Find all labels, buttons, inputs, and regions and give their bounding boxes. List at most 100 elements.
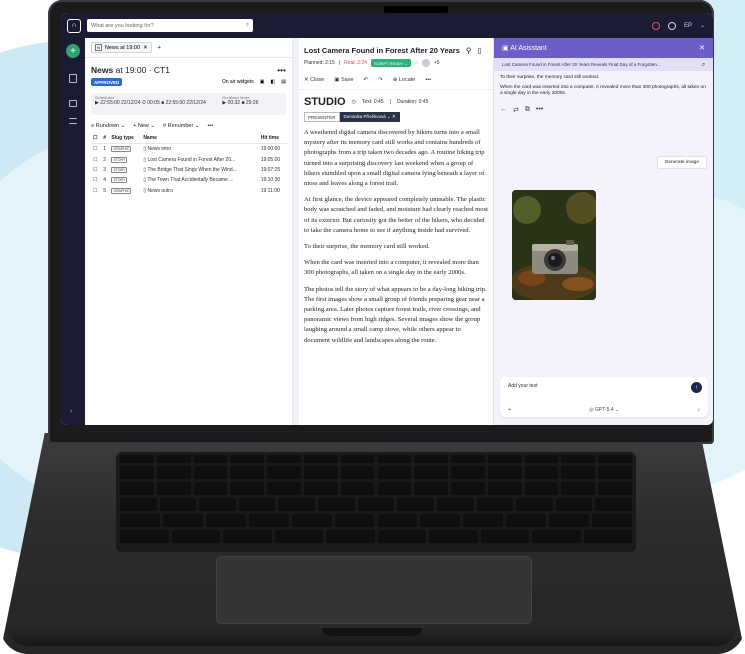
presenter-selector[interactable]: PRESENTER Dominika Přívětivová ⌄ ✕ (304, 112, 488, 122)
attach-icon[interactable]: + (508, 407, 511, 413)
table-row[interactable]: ☐ 4 STORY ▯ The Town That Accidentally B… (91, 175, 287, 185)
presenter-dropdown[interactable]: Dominika Přívětivová ⌄ ✕ (339, 112, 400, 122)
close-button[interactable]: ✕ Close (304, 77, 324, 83)
user-avatar[interactable]: EP (684, 23, 692, 29)
row-checkbox[interactable]: ☐ (91, 165, 101, 175)
ai-header: ▣ AI Asisstant ✕ (494, 38, 713, 58)
keyboard-key (429, 530, 478, 543)
message-line: To their surprise, the memory card still… (500, 75, 600, 80)
row-checkbox[interactable]: ☐ (91, 186, 101, 196)
repeat-icon[interactable]: ⇄ (513, 106, 519, 114)
save-button-label: Save (340, 77, 354, 83)
list-icon[interactable] (69, 118, 77, 124)
redo-icon[interactable]: ↷ (378, 77, 383, 83)
ai-thread[interactable]: Lost Camera Found in Forest After 20 Yea… (494, 58, 713, 71)
microphone-icon[interactable]: ♪ (698, 407, 701, 413)
more-icon[interactable]: ••• (536, 106, 543, 114)
generate-image-button[interactable]: Generate image (656, 156, 707, 169)
row-checkbox[interactable]: ☐ (91, 154, 101, 164)
row-checkbox[interactable]: ☐ (91, 175, 101, 185)
rundown-channel: · CT1 (148, 65, 170, 75)
table-row[interactable]: ☐ 5 GRAPHIC ▯ News outro 19:11:00 (91, 186, 287, 196)
table-row[interactable]: ☐ 1 GRAPHIC ▯ News intro 19:00:00 (91, 144, 287, 155)
keyboard-key (274, 530, 323, 543)
script-ready-label: SCRIPT READY (373, 60, 404, 66)
clock-icon: ◷ (351, 99, 356, 105)
keyboard-key (171, 530, 220, 543)
script-body[interactable]: A weathered digital camera discovered by… (299, 126, 493, 354)
slug-type: STORY (111, 156, 128, 163)
table-row[interactable]: ☐ 2 STORY ▯ Lost Camera Found in Forest … (91, 154, 287, 164)
print-icon[interactable]: ▤ (281, 79, 286, 85)
column-number: # (101, 133, 110, 144)
row-checkbox[interactable]: ☐ (91, 144, 101, 155)
bookmark-icon[interactable]: ▯ (477, 46, 481, 55)
more-icon[interactable]: ••• (425, 77, 431, 83)
new-button[interactable]: + New ⌄ (133, 123, 155, 129)
keyboard-key (267, 466, 301, 479)
keyboard-key (451, 466, 485, 479)
rundown-button[interactable]: ≡ Rundown ⌄ (91, 123, 125, 129)
story-title-text: Lost Camera Found in Forest After 20 Yea… (304, 46, 460, 55)
keyboard-key (156, 482, 191, 495)
notification-icon[interactable] (651, 21, 660, 30)
script-paragraph: At first glance, the device appeared com… (304, 196, 489, 234)
keyboard-key (377, 514, 418, 527)
keyboard-key (340, 466, 375, 479)
search-input[interactable]: What are you looking for? ⌕ (87, 19, 253, 32)
more-icon[interactable]: ••• (207, 123, 213, 129)
save-button[interactable]: ▣ Save (334, 77, 353, 83)
tab-label: News at 19:00 (104, 44, 141, 51)
tab-rundown[interactable]: N News at 19:00 ✕ (91, 42, 152, 53)
row-hit-time: 19:10:30 (260, 177, 281, 184)
copy-icon[interactable]: ⧉ (525, 106, 530, 114)
expand-icon[interactable]: › (70, 408, 72, 415)
on-air-widgets-dropdown[interactable]: On air widgets (222, 79, 254, 85)
generated-image[interactable] (512, 190, 596, 300)
row-number: 4 (103, 177, 106, 184)
table-row[interactable]: ☐ 3 STORY ▯ The Bridge That Sings When t… (91, 165, 287, 175)
keyboard-key (414, 455, 449, 463)
history-icon[interactable]: ↺ (701, 62, 705, 68)
script-paragraph: A weathered digital camera discovered by… (304, 129, 485, 188)
add-button[interactable]: + (66, 44, 80, 58)
keyboard-key (476, 498, 514, 511)
more-icon[interactable]: ••• (277, 65, 286, 75)
scene: ∩ What are you looking for? ⌕ EP ⌄ + › N… (0, 0, 745, 654)
keyboard-key (193, 455, 228, 463)
undo-icon[interactable]: ↶ (363, 77, 368, 83)
status-icon[interactable] (667, 21, 676, 30)
close-icon[interactable]: ✕ (699, 44, 705, 52)
close-icon[interactable]: ✕ (143, 45, 148, 51)
ai-input-box[interactable]: Add your text ↑ + ◎ GPT-5.4 ⌄ ♪ (500, 377, 708, 417)
calendar-icon[interactable]: ▣ (260, 79, 265, 85)
table-header: ☐ # Slug type Name Hit time (91, 133, 287, 144)
ai-input-footer: + ◎ GPT-5.4 ⌄ ♪ (508, 407, 700, 413)
row-number: 2 (103, 156, 106, 163)
keyboard-key (120, 514, 160, 527)
ai-assistant-panel: ▣ AI Asisstant ✕ Lost Camera Found in Fo… (493, 38, 713, 425)
layout-icon[interactable]: ◧ (271, 79, 276, 85)
model-name: GPT-5.4 (594, 407, 614, 413)
thread-title: Lost Camera Found in Forest After 20 Yea… (502, 62, 661, 67)
keyboard-key (524, 466, 559, 479)
document-icon[interactable] (69, 74, 77, 83)
row-number: 3 (103, 166, 106, 173)
app-logo[interactable]: ∩ (67, 18, 81, 33)
script-ready-dropdown[interactable]: SCRIPT READY ⌄ (370, 59, 411, 67)
model-selector[interactable]: ◎ GPT-5.4 ⌄ (589, 407, 619, 413)
renumber-button[interactable]: # Renumber ⌄ (163, 123, 199, 129)
chevron-down-icon[interactable]: ⌄ (700, 22, 705, 29)
view-icon[interactable]: ◌ (415, 60, 418, 66)
locate-button[interactable]: ⊕ Locate (393, 77, 416, 83)
select-all-checkbox[interactable]: ☐ (91, 133, 102, 144)
link-icon[interactable]: ⚲ (466, 46, 472, 55)
rundown-title: News (91, 65, 114, 75)
new-tab-icon[interactable]: + (158, 45, 161, 51)
arrow-left-icon[interactable]: ← (500, 106, 507, 114)
keyboard-key (156, 466, 191, 479)
folder-icon[interactable] (69, 100, 77, 107)
send-button[interactable]: ↑ (691, 382, 702, 393)
script-paragraph: To their surprise, the memory card still… (304, 243, 430, 251)
column-slug-type: Slug type (109, 133, 142, 144)
